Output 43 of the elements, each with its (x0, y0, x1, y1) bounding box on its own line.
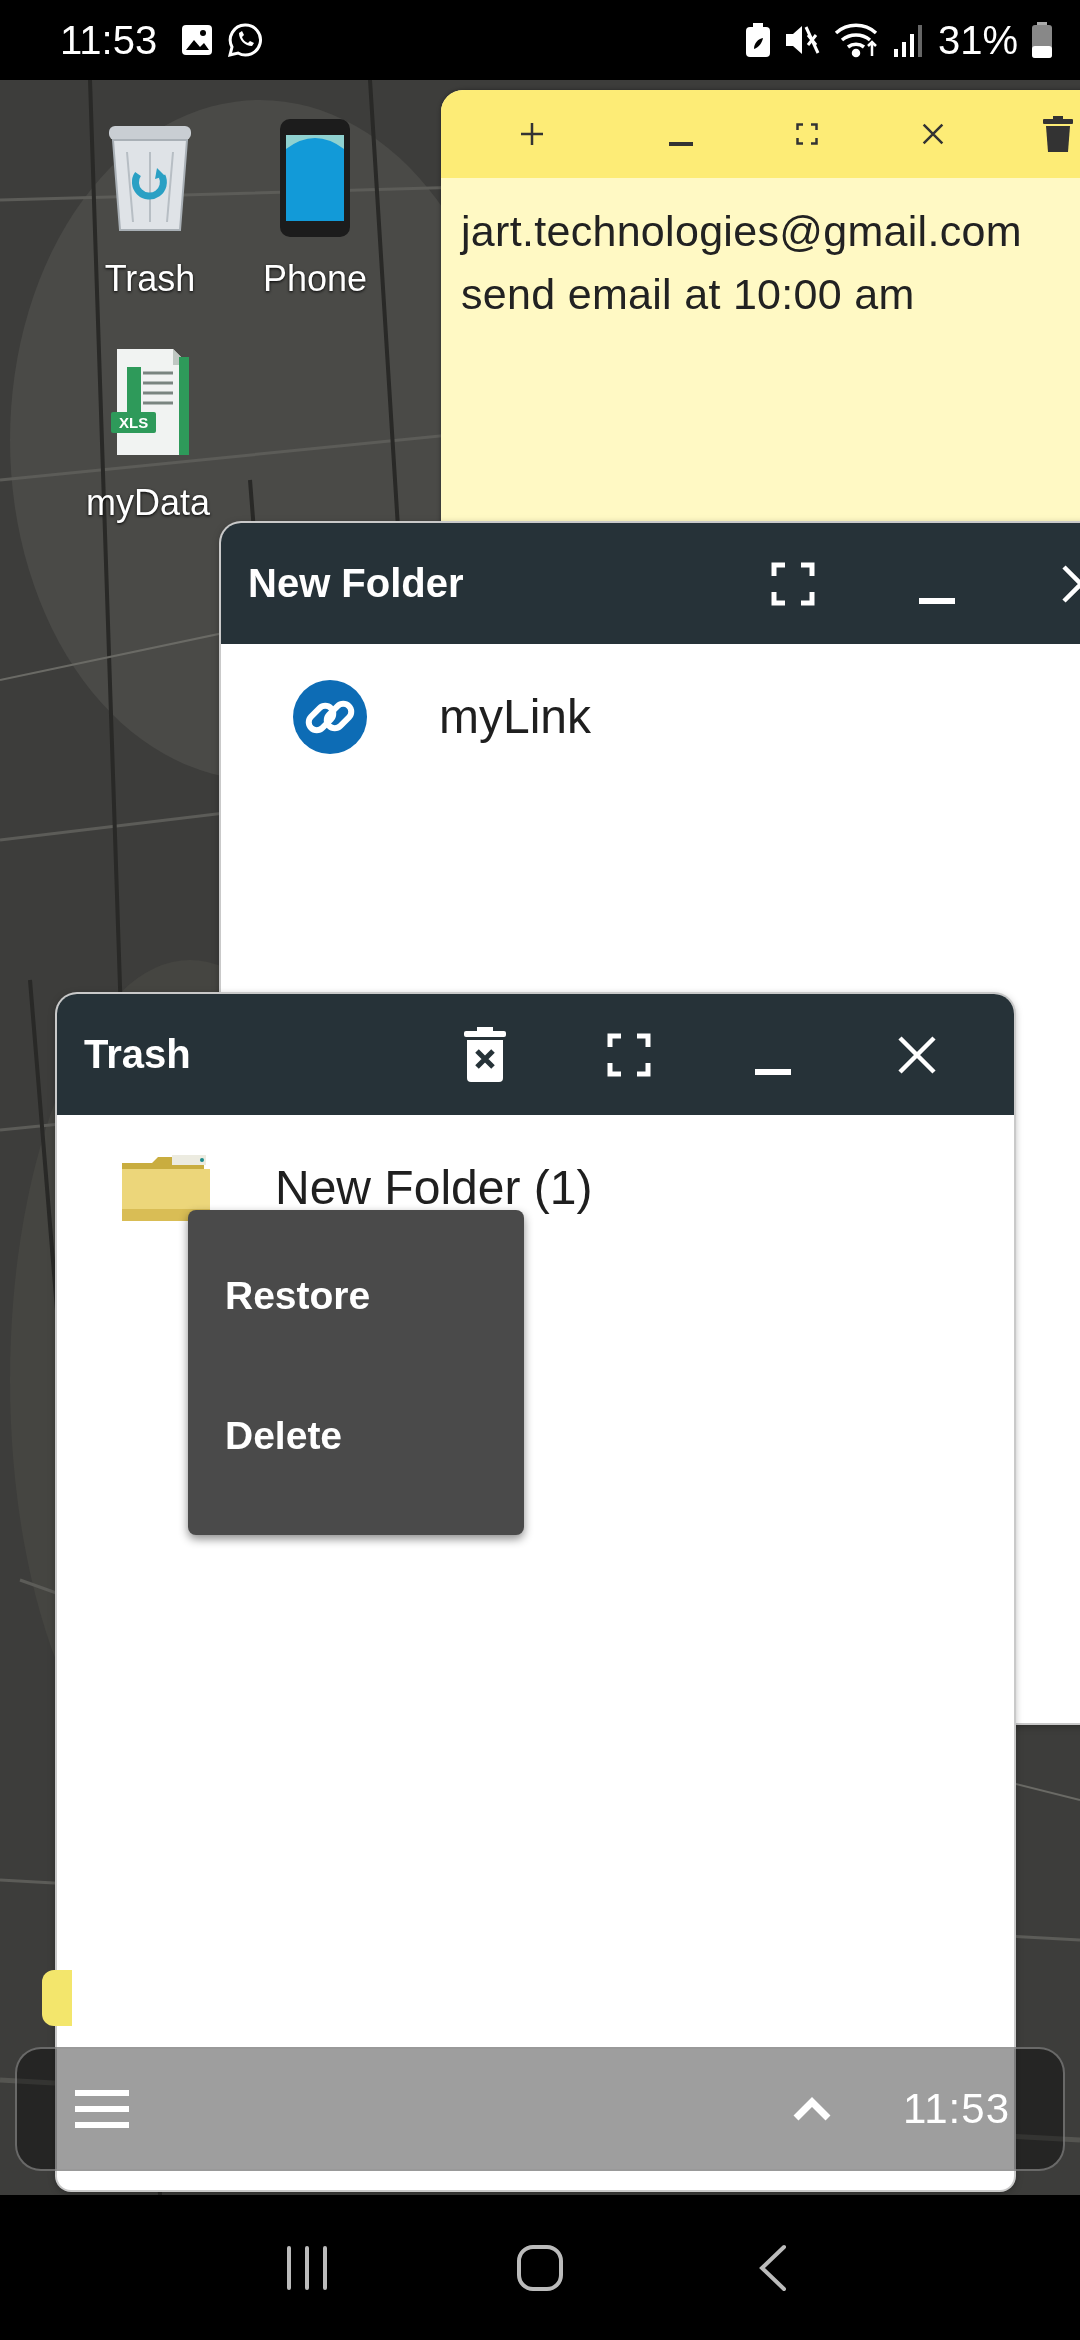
gallery-icon (181, 24, 214, 56)
expand-button[interactable] (793, 2097, 831, 2121)
status-time: 11:53 (60, 17, 158, 63)
minimize-icon (755, 1068, 791, 1075)
fullscreen-icon (771, 561, 815, 606)
menu-item[interactable]: Delete (188, 1366, 524, 1506)
fullscreen-icon (607, 1032, 651, 1077)
desktop-shortcut[interactable]: Trash (75, 118, 225, 300)
phone-icon (280, 119, 350, 237)
recents-icon (284, 2244, 329, 2291)
battery-percent: 31% (937, 17, 1018, 63)
chevron-up-icon (793, 2097, 831, 2121)
desktop-shortcut[interactable]: Phone (240, 118, 390, 300)
link-icon (293, 680, 367, 754)
note-text-line: jart.technologies@gmail.com (461, 206, 1023, 257)
window-title: Trash (84, 1032, 192, 1077)
add-icon (519, 122, 544, 146)
note-tab[interactable] (42, 1970, 72, 2026)
folder-icon (122, 1155, 210, 1221)
home-icon (516, 2243, 564, 2292)
trash-icon (1043, 116, 1074, 152)
minimize-icon (919, 597, 955, 604)
minimize-icon (669, 142, 694, 146)
menu-button[interactable] (75, 2090, 129, 2128)
menu-item[interactable]: Restore (188, 1226, 524, 1366)
file-type-badge: XLS (111, 412, 157, 433)
desktop-shortcut[interactable]: XLS myData (73, 342, 223, 524)
file-item[interactable]: myLink (221, 682, 592, 752)
window-title: New Folder (248, 561, 465, 606)
delete-forever-icon (463, 1026, 507, 1083)
wifi-icon (833, 22, 880, 58)
close-icon (897, 1034, 937, 1075)
chat-bubble-icon (227, 22, 264, 58)
battery-saver-icon (745, 23, 770, 57)
taskbar-clock: 11:53 (903, 2085, 1010, 2133)
mute-icon (783, 23, 820, 57)
menu-icon (75, 2090, 129, 2128)
battery-icon (1032, 22, 1052, 58)
signal-icon (893, 23, 924, 57)
back-icon (758, 2243, 789, 2292)
close-icon (921, 123, 944, 145)
fullscreen-icon (796, 123, 818, 145)
note-text-line: send email at 10:00 am (461, 269, 916, 320)
